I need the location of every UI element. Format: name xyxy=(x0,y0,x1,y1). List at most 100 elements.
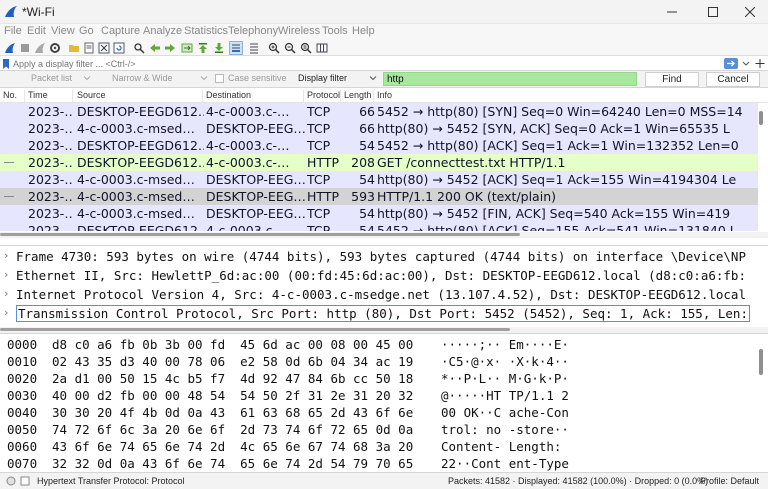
details-tree-item[interactable]: › Internet Protocol Version 4, Src: 4-c-0… xyxy=(0,286,768,303)
packet-row[interactable]: 2023-… DESKTOP-EEGD612… 4-c-0003.c-… HTTP 20… xyxy=(0,154,758,171)
menu-file[interactable]: File xyxy=(4,25,22,37)
stop-capture-button[interactable] xyxy=(18,41,32,55)
capture-comment-icon[interactable] xyxy=(20,476,30,486)
menu-capture[interactable]: Capture xyxy=(101,25,140,37)
menu-telephony[interactable]: Telephony xyxy=(228,25,278,37)
packet-cell-info: 5452 → http(80) [ACK] Seq=155 Ack=541 Wi… xyxy=(377,223,737,231)
column-header-source[interactable]: Source xyxy=(77,90,203,103)
packet-row[interactable]: 2023-… 4-c-0003.c-msed… DESKTOP-EEG… TCP 54 h… xyxy=(0,205,758,222)
go-to-packet-button[interactable] xyxy=(180,41,194,55)
zoom-in-button[interactable] xyxy=(267,41,281,55)
menu-analyze[interactable]: Analyze xyxy=(143,25,182,37)
packet-details-pane[interactable]: › Frame 4730: 593 bytes on wire (4744 bit… xyxy=(0,245,768,325)
display-filter-input[interactable] xyxy=(12,57,722,70)
bookmark-icon[interactable] xyxy=(1,58,11,70)
packet-row[interactable]: 2023-… 4-c-0003.c-msed… DESKTOP-EEG… TCP 66 h… xyxy=(0,120,758,137)
bytes-row[interactable]: 0060 43 6f 6e 74 65 6e 74 2d 4c 65 6e 67 … xyxy=(0,438,760,455)
column-header-info[interactable]: Info xyxy=(377,90,757,103)
autoscroll-button[interactable] xyxy=(229,41,243,55)
menu-statistics[interactable]: Statistics xyxy=(184,25,228,37)
colorize-button[interactable] xyxy=(247,41,261,55)
expert-info-icon[interactable] xyxy=(6,476,16,486)
bytes-row[interactable]: 0000 d8 c0 a6 fb 0b 3b 00 fd 45 6d ac 00 … xyxy=(0,336,760,353)
close-file-icon xyxy=(98,42,110,54)
filter-history-dropdown[interactable] xyxy=(741,58,751,69)
case-sensitive-label: Case sensitive xyxy=(228,73,287,83)
details-tree-item[interactable]: › Transmission Control Protocol, Src Port… xyxy=(0,305,768,322)
menu-go[interactable]: Go xyxy=(79,25,94,37)
reload-file-button[interactable] xyxy=(112,41,126,55)
bytes-hex: 30 30 20 4f 4b 0d 0a 43 61 63 68 65 2d 4… xyxy=(52,405,414,420)
apply-filter-button[interactable] xyxy=(724,58,738,69)
minimize-button[interactable] xyxy=(658,2,686,22)
bytes-scrollbar[interactable] xyxy=(759,349,763,375)
menu-wireless[interactable]: Wireless xyxy=(278,25,320,37)
restart-fin-icon xyxy=(35,43,45,53)
close-window-button[interactable] xyxy=(736,2,764,22)
menu-help[interactable]: Help xyxy=(352,25,375,37)
start-capture-button[interactable] xyxy=(3,41,17,55)
char-width-select[interactable]: Narrow & Wide xyxy=(112,73,173,86)
chevron-right-icon[interactable]: › xyxy=(4,287,8,300)
bytes-row[interactable]: 0010 02 43 35 d3 40 00 78 06 e2 58 0d 6b … xyxy=(0,353,760,370)
packet-bytes-pane[interactable]: 0000 d8 c0 a6 fb 0b 3b 00 fd 45 6d ac 00 … xyxy=(0,333,768,472)
chevron-right-icon[interactable]: › xyxy=(4,249,8,262)
packet-row[interactable]: 2023-… 4-c-0003.c-msed… DESKTOP-EEG… HTTP 59… xyxy=(0,188,758,205)
search-type-select[interactable]: Display filter xyxy=(298,73,347,86)
bytes-ascii: trol: no -store·· xyxy=(441,422,569,437)
normal-size-button[interactable] xyxy=(299,41,313,55)
resize-columns-button[interactable] xyxy=(315,41,329,55)
zoom-out-button[interactable] xyxy=(283,41,297,55)
search-in-select[interactable]: Packet list xyxy=(31,73,72,86)
maximize-button[interactable] xyxy=(699,2,727,22)
column-header-protocol[interactable]: Protocol xyxy=(307,90,341,103)
cancel-button[interactable]: Cancel xyxy=(706,72,760,87)
packet-cell-time: 2023-… xyxy=(28,104,74,119)
packet-list-scrollbar[interactable] xyxy=(759,111,763,125)
close-file-button[interactable] xyxy=(97,41,111,55)
capture-options-button[interactable] xyxy=(48,41,62,55)
chevron-right-icon[interactable]: › xyxy=(4,306,8,319)
details-hscroll-thumb[interactable] xyxy=(0,328,510,331)
menu-edit[interactable]: Edit xyxy=(27,25,46,37)
bytes-row[interactable]: 0070 32 32 0d 0a 43 6f 6e 74 65 6e 74 2d … xyxy=(0,455,760,472)
details-tree-item[interactable]: › Frame 4730: 593 bytes on wire (4744 bit… xyxy=(0,248,768,265)
chevron-right-icon[interactable]: › xyxy=(4,268,8,281)
bytes-row[interactable]: 0020 2a d1 00 50 15 4c b5 f7 4d 92 47 84 … xyxy=(0,370,760,387)
case-sensitive-checkbox[interactable] xyxy=(215,74,224,83)
go-last-button[interactable] xyxy=(212,41,226,55)
packet-row[interactable]: 2023-… DESKTOP-EEGD612… 4-c-0003.c-… TCP 54 5… xyxy=(0,137,758,154)
add-filter-button[interactable] xyxy=(754,57,766,70)
packet-row[interactable]: 2023-… DESKTOP-EEGD612… 4-c-0003.c-… TCP 66 5… xyxy=(0,103,758,120)
details-tree-item[interactable]: › Ethernet II, Src: HewlettP_6d:ac:00 (00… xyxy=(0,267,768,284)
menu-tools[interactable]: Tools xyxy=(322,25,348,37)
find-packet-bar: Packet list Narrow & Wide Case sensitive… xyxy=(0,71,768,88)
bytes-row[interactable]: 0030 40 00 d2 fb 00 00 48 54 54 50 2f 31 … xyxy=(0,387,760,404)
packet-cell-protocol: TCP xyxy=(307,172,331,187)
packet-row[interactable]: 2023-… DESKTOP-EEGD612… 4-c-0003.c-… TCP 54 5… xyxy=(0,222,758,231)
minimize-icon xyxy=(667,11,677,13)
wireshark-fin-icon xyxy=(5,6,17,17)
bytes-row[interactable]: 0050 74 72 6f 6c 3a 20 6e 6f 2d 73 74 6f … xyxy=(0,421,760,438)
bytes-row[interactable]: 0040 30 30 20 4f 4b 0d 0a 43 61 63 68 65 … xyxy=(0,404,760,421)
go-forward-button[interactable] xyxy=(163,41,177,55)
find-packet-button[interactable] xyxy=(132,41,146,55)
status-profile[interactable]: Profile: Default xyxy=(700,476,759,486)
save-file-button[interactable] xyxy=(82,41,96,55)
go-first-button[interactable] xyxy=(196,41,210,55)
column-header-time[interactable]: Time xyxy=(28,90,73,103)
find-input[interactable] xyxy=(383,72,637,86)
open-file-button[interactable] xyxy=(67,41,81,55)
go-back-button[interactable] xyxy=(148,41,162,55)
zoom-out-icon xyxy=(284,42,296,54)
find-button[interactable]: Find xyxy=(645,72,699,87)
packet-row[interactable]: 2023-… 4-c-0003.c-msed… DESKTOP-EEG… TCP 54 h… xyxy=(0,171,758,188)
packet-cell-time: 2023-… xyxy=(28,172,74,187)
packet-list-hscroll-thumb[interactable] xyxy=(0,233,520,236)
restart-capture-button[interactable] xyxy=(33,41,47,55)
column-header-length[interactable]: Length xyxy=(344,90,374,103)
menu-view[interactable]: View xyxy=(51,25,75,37)
column-header-destination[interactable]: Destination xyxy=(206,90,304,103)
packet-list[interactable]: 2023-… DESKTOP-EEGD612… 4-c-0003.c-… TCP 66 5… xyxy=(0,103,768,231)
column-header-no[interactable]: No. xyxy=(3,90,25,103)
